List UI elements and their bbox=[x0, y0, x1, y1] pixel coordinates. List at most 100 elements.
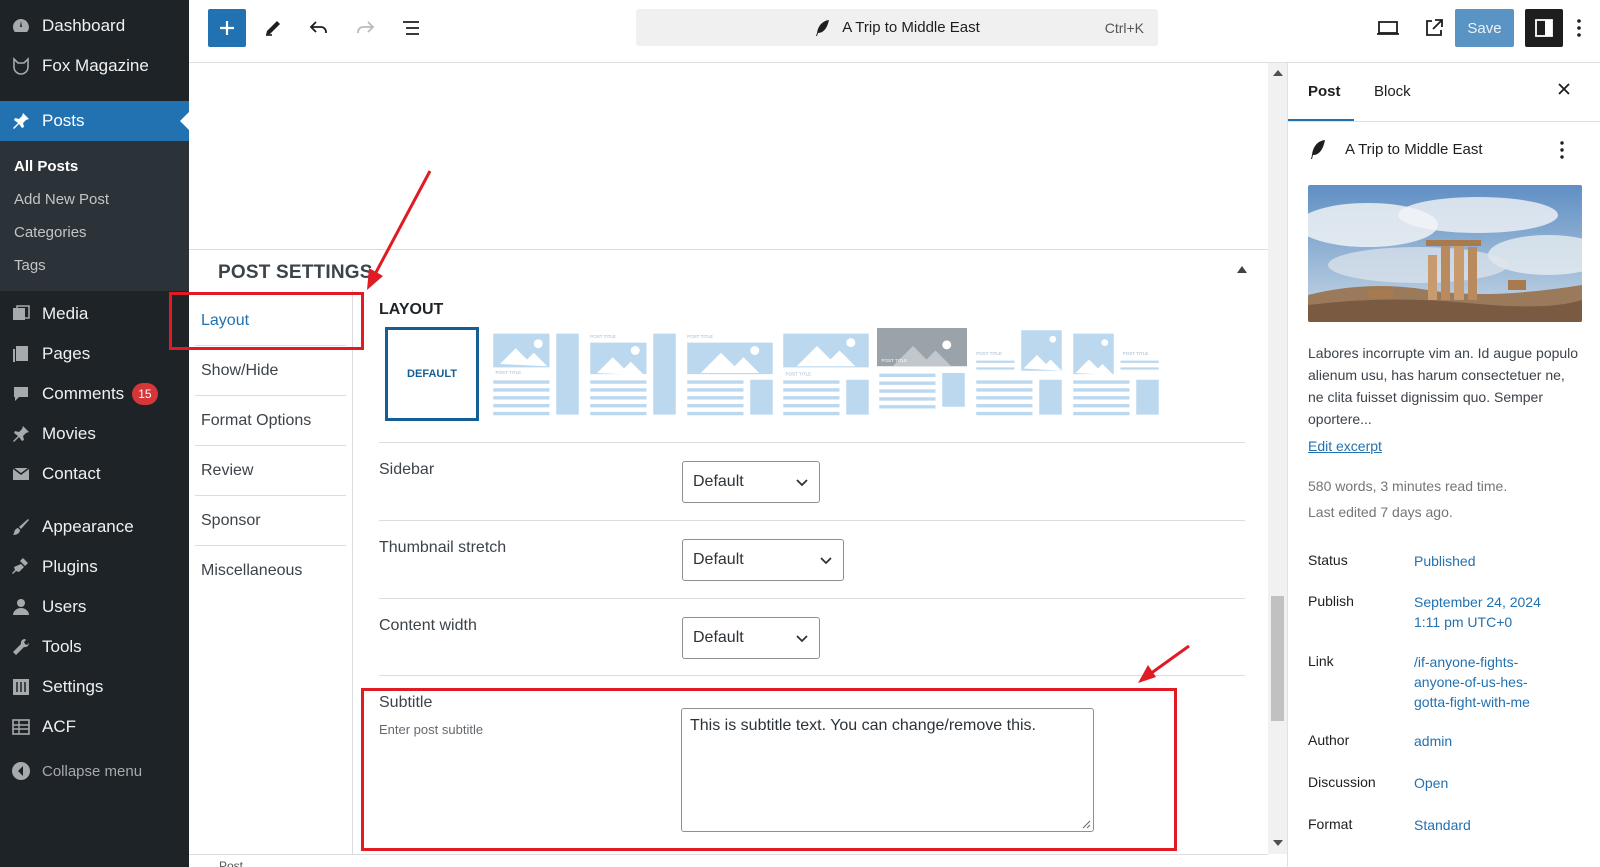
menu-settings[interactable]: Settings bbox=[0, 670, 189, 704]
menu-tools[interactable]: Tools bbox=[0, 630, 189, 664]
menu-users-label: Users bbox=[42, 597, 87, 616]
last-edited: Last edited 7 days ago. bbox=[1308, 504, 1453, 520]
layout-option-5-caption: POST TITLE bbox=[786, 371, 812, 376]
command-palette-title[interactable]: A Trip to Middle East Ctrl+K bbox=[636, 9, 1158, 46]
sidebar-select-value: Default bbox=[693, 473, 744, 490]
menu-dashboard[interactable]: Dashboard bbox=[0, 9, 189, 43]
kebab-menu-icon bbox=[1577, 19, 1581, 37]
redo-button[interactable] bbox=[346, 9, 384, 47]
menu-comments[interactable]: Comments 15 bbox=[0, 377, 189, 411]
metabox-divider bbox=[189, 249, 1268, 250]
edit-excerpt-link[interactable]: Edit excerpt bbox=[1308, 438, 1382, 454]
tab-format-options[interactable]: Format Options bbox=[195, 396, 346, 446]
inspector-tab-block[interactable]: Block bbox=[1374, 83, 1411, 100]
layout-option-4[interactable]: POST TITLE bbox=[685, 328, 775, 418]
pencil-icon bbox=[266, 21, 280, 36]
field-divider bbox=[379, 520, 1245, 521]
menu-posts[interactable]: Posts bbox=[0, 101, 189, 141]
menu-comments-label: Comments bbox=[42, 384, 125, 403]
media-icon bbox=[10, 303, 32, 325]
discussion-value[interactable]: Open bbox=[1414, 773, 1448, 793]
menu-appearance[interactable]: Appearance bbox=[0, 510, 189, 544]
scroll-up-arrow[interactable] bbox=[1273, 70, 1283, 76]
submenu-all-posts[interactable]: All Posts bbox=[14, 158, 78, 175]
featured-image[interactable] bbox=[1308, 185, 1582, 322]
tab-miscellaneous[interactable]: Miscellaneous bbox=[195, 546, 346, 596]
table-icon bbox=[10, 716, 32, 738]
discussion-label: Discussion bbox=[1308, 774, 1376, 790]
content-width-select[interactable]: Default bbox=[682, 617, 820, 659]
metabox-collapse-toggle[interactable] bbox=[1237, 266, 1247, 273]
thumbnail-stretch-select[interactable]: Default bbox=[682, 539, 844, 581]
inspector-divider bbox=[1288, 121, 1600, 122]
content-width-label: Content width bbox=[379, 617, 477, 634]
options-menu-button[interactable] bbox=[1567, 9, 1591, 47]
pushpin-icon bbox=[10, 110, 32, 132]
collapse-menu-button[interactable]: Collapse menu bbox=[0, 754, 189, 788]
document-overview-button[interactable] bbox=[392, 9, 430, 47]
publish-date: September 24, 2024 bbox=[1414, 594, 1541, 610]
layout-option-8[interactable]: POST TITLE bbox=[1071, 328, 1161, 418]
publish-date-button[interactable]: September 24, 2024 1:11 pm UTC+0 bbox=[1414, 592, 1541, 632]
menu-users[interactable]: Users bbox=[0, 590, 189, 624]
submenu-add-new-post[interactable]: Add New Post bbox=[14, 191, 109, 208]
menu-acf[interactable]: ACF bbox=[0, 710, 189, 744]
layout-option-5[interactable]: POST TITLE bbox=[781, 328, 871, 418]
undo-button[interactable] bbox=[300, 9, 338, 47]
menu-site-name-label: Fox Magazine bbox=[42, 56, 149, 75]
menu-movies[interactable]: Movies bbox=[0, 417, 189, 451]
menu-site-name[interactable]: Fox Magazine bbox=[0, 49, 189, 83]
plus-icon bbox=[220, 21, 234, 35]
close-sidebar-button[interactable] bbox=[1554, 79, 1574, 99]
tab-show-hide[interactable]: Show/Hide bbox=[195, 346, 346, 396]
menu-plugins[interactable]: Plugins bbox=[0, 550, 189, 584]
layout-option-3[interactable]: POST TITLE bbox=[588, 328, 678, 418]
list-view-icon bbox=[403, 21, 419, 35]
field-divider bbox=[379, 442, 1245, 443]
settings-sidebar: Post Block A Trip to Middle East Labores… bbox=[1287, 63, 1600, 867]
menu-contact[interactable]: Contact bbox=[0, 457, 189, 491]
tab-review[interactable]: Review bbox=[195, 446, 346, 496]
tab-sponsor[interactable]: Sponsor bbox=[195, 496, 346, 546]
view-post-button[interactable] bbox=[1415, 9, 1453, 47]
plug-icon bbox=[10, 556, 32, 578]
submenu-tags[interactable]: Tags bbox=[14, 257, 46, 274]
sidebar-select[interactable]: Default bbox=[682, 461, 820, 503]
inspector-tab-post[interactable]: Post bbox=[1308, 83, 1341, 100]
format-value[interactable]: Standard bbox=[1414, 815, 1471, 835]
status-value[interactable]: Published bbox=[1414, 551, 1476, 571]
layout-option-7[interactable]: POST TITLE bbox=[974, 328, 1064, 418]
pages-icon bbox=[10, 343, 32, 365]
settings-toggle-button[interactable] bbox=[1525, 9, 1563, 47]
menu-media[interactable]: Media bbox=[0, 297, 189, 331]
scroll-thumb[interactable] bbox=[1271, 596, 1284, 721]
breadcrumb-root[interactable]: Post bbox=[219, 859, 243, 867]
save-button[interactable]: Save bbox=[1455, 9, 1514, 47]
sidebar-field-label: Sidebar bbox=[379, 461, 435, 478]
menu-pages[interactable]: Pages bbox=[0, 337, 189, 371]
add-block-button[interactable] bbox=[208, 9, 246, 47]
menu-dashboard-label: Dashboard bbox=[42, 16, 126, 35]
post-actions-kebab-icon[interactable] bbox=[1559, 141, 1565, 159]
menu-pages-label: Pages bbox=[42, 344, 91, 363]
active-menu-indicator bbox=[180, 112, 189, 130]
editor-scrollbar[interactable] bbox=[1268, 63, 1287, 854]
scroll-down-arrow[interactable] bbox=[1273, 840, 1283, 846]
author-value[interactable]: admin bbox=[1414, 731, 1452, 751]
annotation-highlight-subtitle bbox=[361, 688, 1177, 851]
block-breadcrumb: Post bbox=[189, 854, 1268, 867]
submenu-categories[interactable]: Categories bbox=[14, 224, 87, 241]
thumbnail-stretch-label: Thumbnail stretch bbox=[379, 539, 507, 556]
publish-label: Publish bbox=[1308, 593, 1354, 609]
editor-toolbar: A Trip to Middle East Ctrl+K Save bbox=[189, 0, 1600, 63]
collapse-arrow-icon bbox=[10, 760, 32, 782]
preview-button[interactable] bbox=[1369, 9, 1407, 47]
tools-button[interactable] bbox=[254, 9, 292, 47]
close-icon bbox=[1558, 83, 1570, 95]
permalink-button[interactable]: /if-anyone-fights- anyone-of-us-hes- got… bbox=[1414, 652, 1530, 712]
menu-settings-label: Settings bbox=[42, 677, 104, 696]
layout-option-6-caption: POST TITLE bbox=[882, 358, 908, 363]
layout-option-6[interactable]: POST TITLE bbox=[877, 328, 967, 418]
layout-option-2[interactable]: POST TITLE bbox=[491, 328, 581, 418]
layout-option-default[interactable]: DEFAULT bbox=[385, 327, 479, 421]
